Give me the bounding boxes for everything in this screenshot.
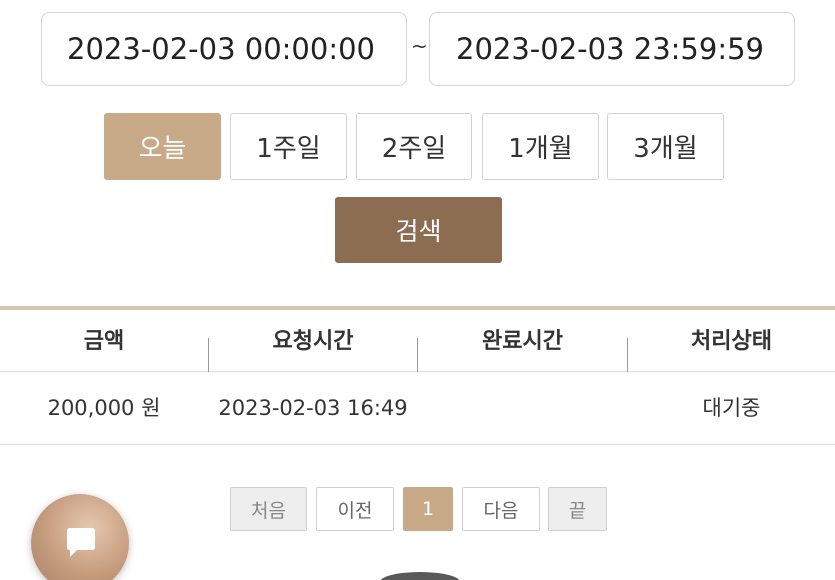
header-complete-time: 완료시간 (482, 329, 563, 354)
table-header: 금액 요청시간 완료시간 처리상태 (0, 306, 835, 372)
chat-bubble-icon (67, 528, 95, 557)
pagination-last-button[interactable]: 끝 (548, 487, 607, 531)
end-date-input[interactable] (429, 12, 795, 86)
start-date-input[interactable] (41, 12, 407, 86)
header-request-time: 요청시간 (272, 329, 354, 354)
period-1week-button[interactable]: 1주일 (230, 113, 347, 180)
header-divider (208, 338, 209, 372)
chat-button[interactable] (31, 494, 129, 580)
date-range-separator: ~ (411, 34, 428, 58)
header-status: 처리상태 (691, 329, 772, 354)
cell-complete-time (418, 372, 627, 444)
header-divider (417, 338, 418, 372)
search-button[interactable]: 검색 (335, 197, 502, 263)
period-1month-button[interactable]: 1개월 (482, 113, 599, 180)
header-amount: 금액 (83, 329, 125, 354)
cell-amount: 200,000 원 (47, 396, 161, 420)
pagination-first-button[interactable]: 처음 (230, 487, 307, 531)
cell-request-time: 2023-02-03 16:49 (218, 396, 408, 420)
withdraw-history-page: ~ 오늘 1주일 2주일 1개월 3개월 검색 금액 요청시간 완료시간 처리상… (0, 0, 835, 580)
history-table: 금액 요청시간 완료시간 처리상태 200,000 원 2023-02-03 1… (0, 306, 835, 445)
table-row: 200,000 원 2023-02-03 16:49 대기중 (0, 372, 835, 445)
period-3months-button[interactable]: 3개월 (607, 113, 724, 180)
period-2weeks-button[interactable]: 2주일 (356, 113, 472, 180)
cell-status: 대기중 (702, 396, 761, 420)
header-divider (627, 338, 628, 372)
bottom-overlay-shape (380, 572, 460, 580)
pagination-page-1-button[interactable]: 1 (403, 487, 453, 531)
pagination-prev-button[interactable]: 이전 (316, 487, 394, 531)
pagination-next-button[interactable]: 다음 (462, 487, 540, 531)
period-today-button[interactable]: 오늘 (104, 113, 221, 180)
